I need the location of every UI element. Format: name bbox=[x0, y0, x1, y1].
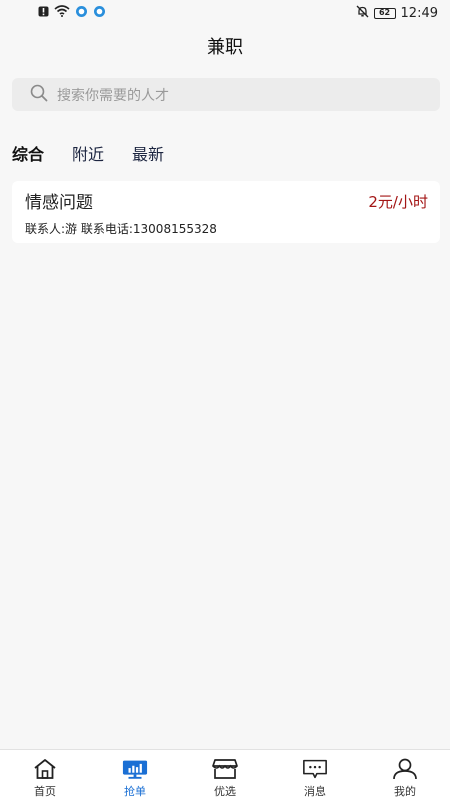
home-icon bbox=[32, 757, 58, 781]
bottom-nav: 首页 抢单 优选 消息 我的 bbox=[0, 749, 450, 800]
status-time: 12:49 bbox=[400, 5, 438, 21]
message-icon bbox=[302, 757, 328, 781]
nav-item-home[interactable]: 首页 bbox=[0, 750, 90, 800]
search-placeholder: 搜索你需要的人才 bbox=[57, 87, 169, 104]
job-contact: 联系人:游 联系电话:13008155328 bbox=[25, 222, 217, 236]
search-input[interactable]: 搜索你需要的人才 bbox=[12, 78, 440, 111]
alert-icon bbox=[38, 6, 49, 21]
nav-item-profile[interactable]: 我的 bbox=[360, 750, 450, 800]
battery-icon: 62 bbox=[373, 7, 396, 19]
tab-comprehensive[interactable]: 综合 bbox=[12, 141, 44, 165]
job-price: 2元/小时 bbox=[368, 193, 428, 211]
page-header: 兼职 bbox=[0, 26, 450, 66]
nav-label-featured: 优选 bbox=[214, 785, 236, 798]
job-title: 情感问题 bbox=[25, 193, 93, 213]
page-title: 兼职 bbox=[207, 37, 243, 58]
filter-tabs: 综合 附近 最新 bbox=[12, 140, 164, 166]
nav-label-messages: 消息 bbox=[304, 785, 326, 798]
grab-order-icon bbox=[122, 757, 148, 781]
tab-nearby[interactable]: 附近 bbox=[72, 141, 104, 165]
list-item[interactable]: 情感问题 2元/小时 联系人:游 联系电话:13008155328 bbox=[12, 181, 440, 243]
wifi-icon bbox=[54, 5, 70, 21]
status-bar: 62 12:49 bbox=[0, 0, 450, 26]
store-icon bbox=[212, 757, 238, 781]
app-icon-1 bbox=[75, 5, 88, 22]
nav-label-home: 首页 bbox=[34, 785, 56, 798]
nav-item-grab-order[interactable]: 抢单 bbox=[90, 750, 180, 800]
nav-item-featured[interactable]: 优选 bbox=[180, 750, 270, 800]
user-icon bbox=[392, 757, 418, 781]
nav-item-messages[interactable]: 消息 bbox=[270, 750, 360, 800]
nav-label-grab-order: 抢单 bbox=[124, 785, 146, 798]
search-icon bbox=[30, 84, 48, 106]
status-left bbox=[38, 5, 106, 22]
tab-latest[interactable]: 最新 bbox=[132, 141, 164, 165]
mute-icon bbox=[356, 5, 369, 22]
app-icon-2 bbox=[93, 5, 106, 22]
nav-label-profile: 我的 bbox=[394, 785, 416, 798]
status-right: 62 12:49 bbox=[356, 5, 438, 22]
